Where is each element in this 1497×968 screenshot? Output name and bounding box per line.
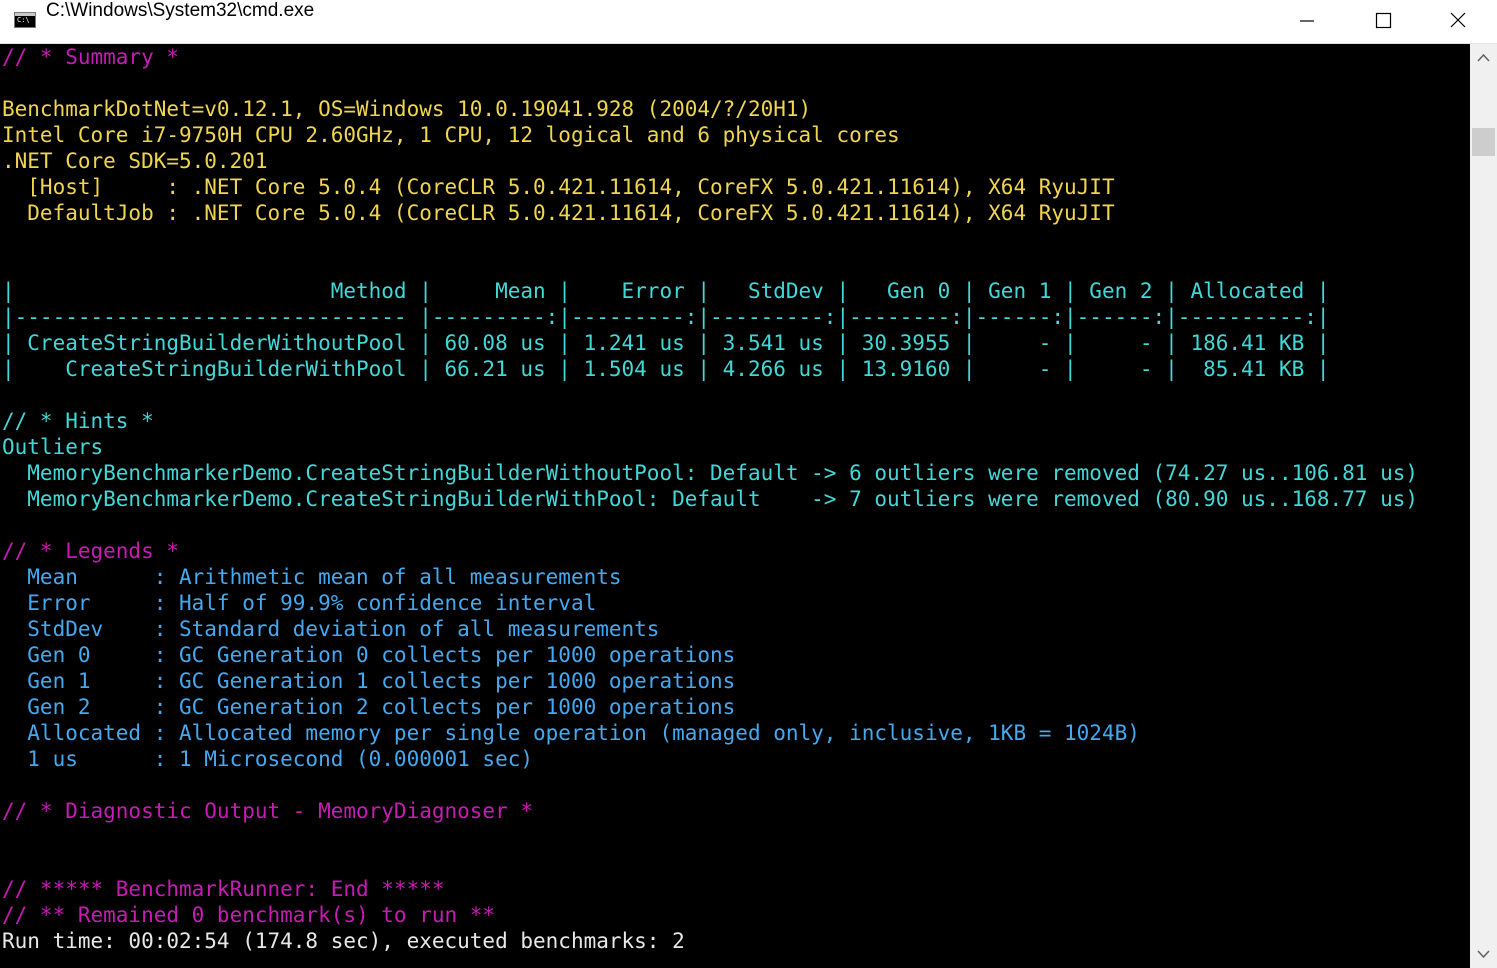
summary-header: // * Summary * bbox=[2, 45, 180, 69]
console-icon[interactable] bbox=[14, 12, 36, 28]
env-line: .NET Core SDK=5.0.201 bbox=[2, 149, 268, 173]
diagnostic-header: // * Diagnostic Output - MemoryDiagnoser… bbox=[2, 799, 534, 823]
env-line: [Host] : .NET Core 5.0.4 (CoreCLR 5.0.42… bbox=[2, 175, 1115, 199]
minimize-icon bbox=[1300, 20, 1314, 22]
maximize-button[interactable] bbox=[1345, 0, 1421, 42]
chevron-down-icon bbox=[1477, 950, 1490, 959]
maximize-icon bbox=[1375, 12, 1392, 29]
legend-line: 1 us : 1 Microsecond (0.000001 sec) bbox=[2, 747, 534, 771]
vertical-scrollbar[interactable] bbox=[1470, 44, 1497, 968]
minimize-button[interactable] bbox=[1269, 0, 1345, 42]
table-row: | CreateStringBuilderWithPool | 66.21 us… bbox=[2, 357, 1330, 381]
scroll-thumb[interactable] bbox=[1472, 128, 1495, 156]
remained-line: // ** Remained 0 benchmark(s) to run ** bbox=[2, 903, 496, 927]
outlier-line: MemoryBenchmarkerDemo.CreateStringBuilde… bbox=[2, 487, 1419, 511]
close-button[interactable] bbox=[1421, 0, 1497, 42]
legends-header: // * Legends * bbox=[2, 539, 180, 563]
table-row: | CreateStringBuilderWithoutPool | 60.08… bbox=[2, 331, 1330, 355]
legend-line: StdDev : Standard deviation of all measu… bbox=[2, 617, 660, 641]
runner-end-line: // ***** BenchmarkRunner: End ***** bbox=[2, 877, 445, 901]
chevron-up-icon bbox=[1477, 53, 1490, 62]
legend-line: Gen 2 : GC Generation 2 collects per 100… bbox=[2, 695, 736, 719]
console-output[interactable]: // * Summary * BenchmarkDotNet=v0.12.1, … bbox=[0, 44, 1470, 968]
legend-line: Gen 0 : GC Generation 0 collects per 100… bbox=[2, 643, 736, 667]
table-separator: |------------------------------- |------… bbox=[2, 305, 1330, 329]
hints-header: // * Hints * bbox=[2, 409, 154, 433]
close-icon bbox=[1450, 12, 1466, 28]
window-title: C:\Windows\System32\cmd.exe bbox=[46, 0, 315, 21]
env-line: BenchmarkDotNet=v0.12.1, OS=Windows 10.0… bbox=[2, 97, 812, 121]
scroll-down-button[interactable] bbox=[1470, 942, 1497, 966]
legend-line: Allocated : Allocated memory per single … bbox=[2, 721, 1140, 745]
legend-line: Mean : Arithmetic mean of all measuremen… bbox=[2, 565, 622, 589]
run-time-line: Run time: 00:02:54 (174.8 sec), executed… bbox=[2, 929, 685, 953]
outlier-line: MemoryBenchmarkerDemo.CreateStringBuilde… bbox=[2, 461, 1419, 485]
legend-line: Gen 1 : GC Generation 1 collects per 100… bbox=[2, 669, 736, 693]
table-header: | Method | Mean | Error | StdDev | Gen 0… bbox=[2, 279, 1330, 303]
scroll-up-button[interactable] bbox=[1470, 46, 1497, 70]
cmd-window: C:\Windows\System32\cmd.exe // * Summary… bbox=[0, 0, 1497, 968]
env-line: DefaultJob : .NET Core 5.0.4 (CoreCLR 5.… bbox=[2, 201, 1115, 225]
outliers-label: Outliers bbox=[2, 435, 104, 459]
env-line: Intel Core i7-9750H CPU 2.60GHz, 1 CPU, … bbox=[2, 123, 900, 147]
title-bar[interactable]: C:\Windows\System32\cmd.exe bbox=[0, 0, 1497, 44]
legend-line: Error : Half of 99.9% confidence interva… bbox=[2, 591, 597, 615]
